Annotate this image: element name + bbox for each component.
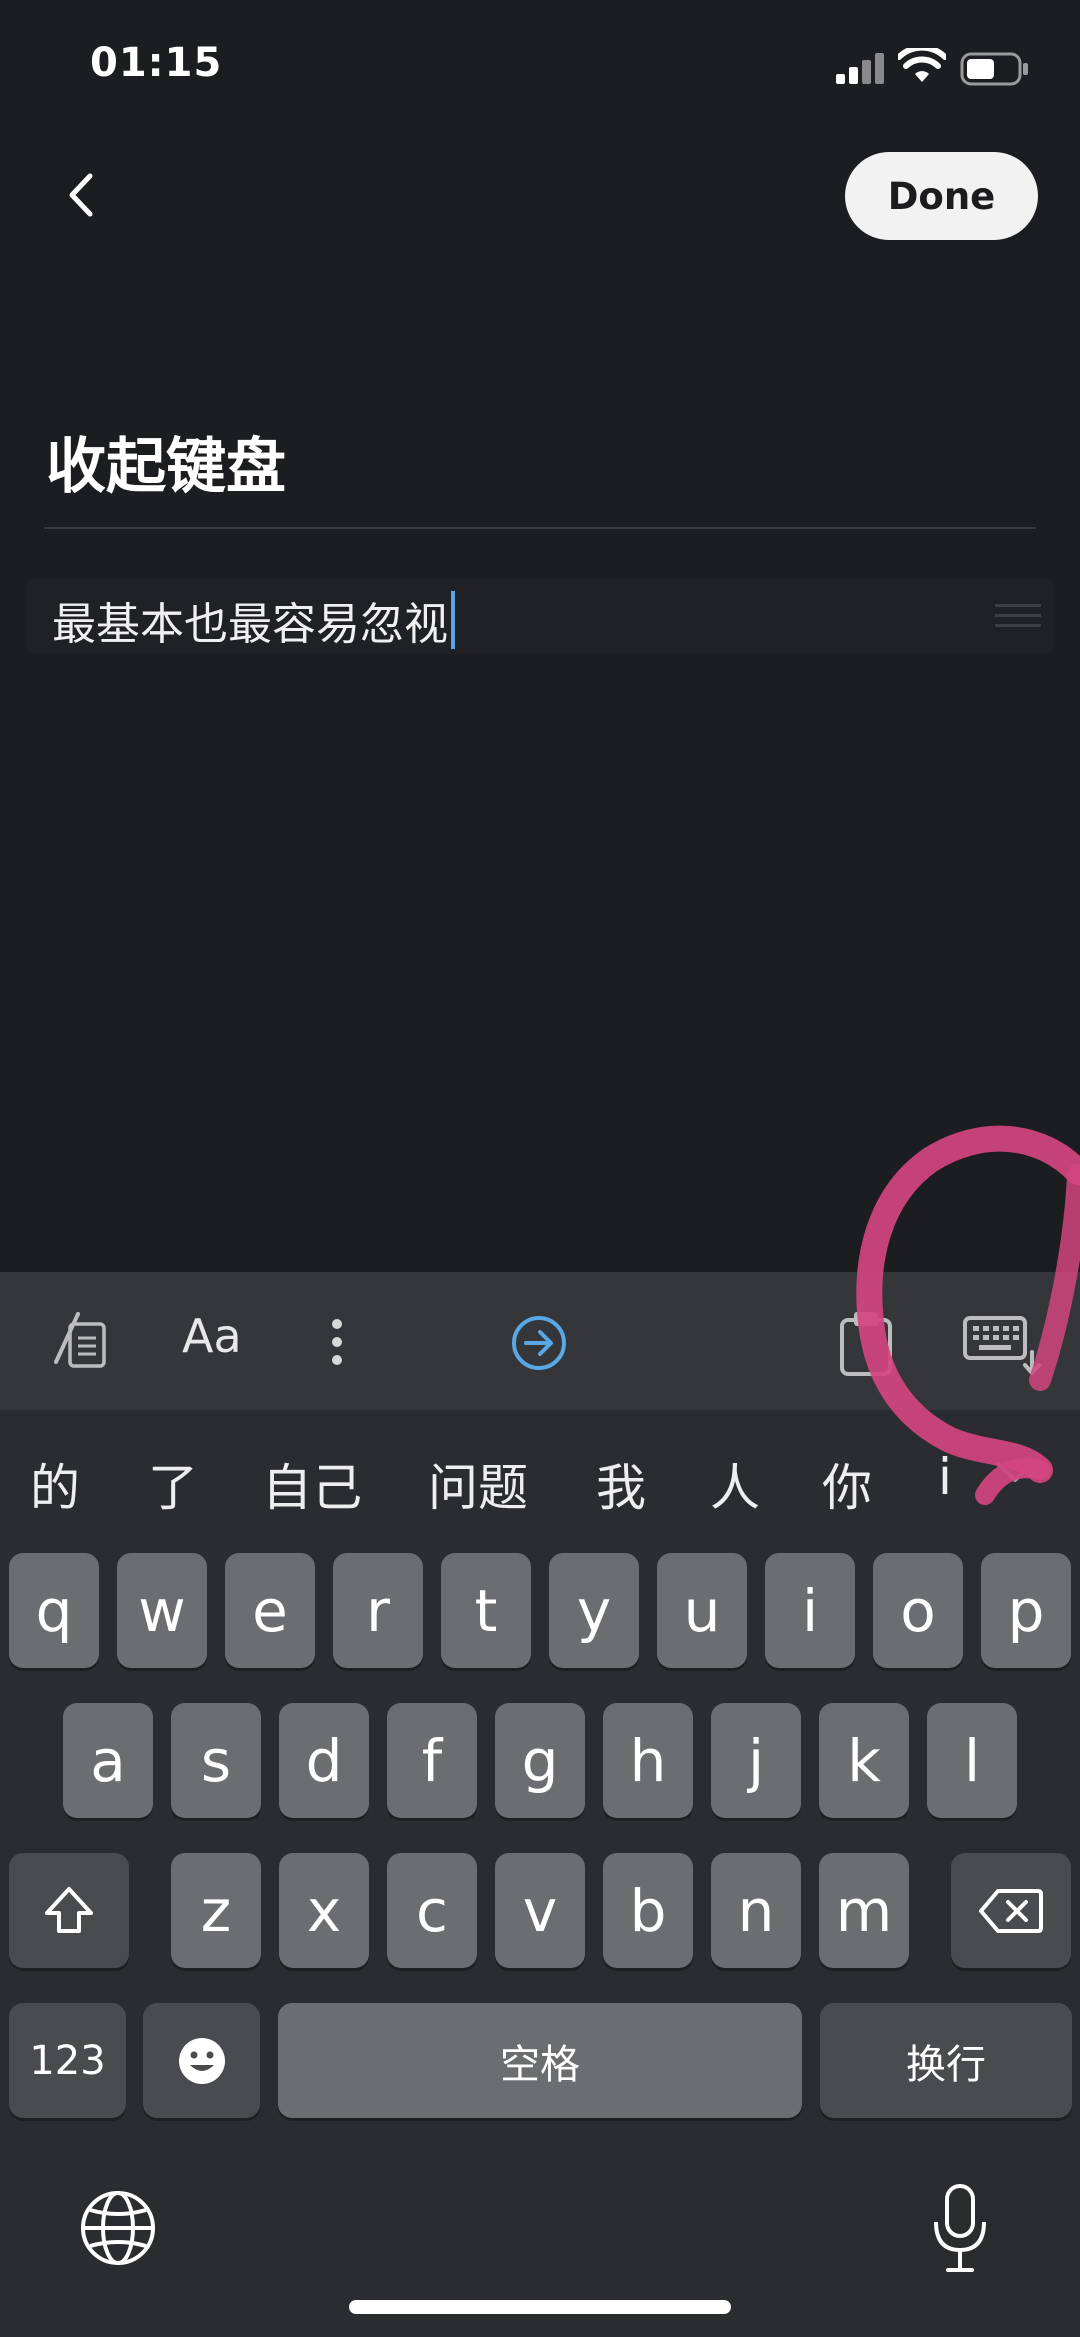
space-key[interactable]: 空格 xyxy=(278,2003,802,2118)
note-title[interactable]: 收起键盘 xyxy=(46,418,286,505)
candidate-item[interactable]: 的 xyxy=(30,1448,80,1520)
globe-icon[interactable] xyxy=(78,2188,158,2268)
clipboard-icon[interactable] xyxy=(836,1306,896,1378)
key-w[interactable]: w xyxy=(117,1553,207,1668)
key-s[interactable]: s xyxy=(171,1703,261,1818)
key-k[interactable]: k xyxy=(819,1703,909,1818)
hide-keyboard-icon[interactable] xyxy=(962,1312,1042,1378)
key-y[interactable]: y xyxy=(549,1553,639,1668)
candidate-item[interactable]: 自己 xyxy=(262,1448,362,1520)
candidate-item[interactable]: 了 xyxy=(148,1448,198,1520)
key-j[interactable]: j xyxy=(711,1703,801,1818)
return-key[interactable]: 换行 xyxy=(820,2003,1072,2118)
battery-icon xyxy=(960,52,1030,90)
key-r[interactable]: r xyxy=(333,1553,423,1668)
candidate-item[interactable]: i xyxy=(938,1448,952,1506)
chevron-left-icon xyxy=(69,173,93,217)
go-arrow-icon[interactable] xyxy=(508,1312,570,1374)
key-t[interactable]: t xyxy=(441,1553,531,1668)
candidate-item[interactable]: 人 xyxy=(710,1448,760,1520)
note-body-text[interactable]: 最基本也最容易忽视 xyxy=(52,588,455,652)
key-l[interactable]: l xyxy=(927,1703,1017,1818)
title-divider xyxy=(44,527,1036,529)
emoji-icon xyxy=(178,2037,225,2084)
cellular-signal-icon xyxy=(836,52,886,90)
key-o[interactable]: o xyxy=(873,1553,963,1668)
drag-handle-icon[interactable] xyxy=(995,602,1041,634)
text-caret xyxy=(451,591,455,649)
body-text-content: 最基本也最容易忽视 xyxy=(52,599,448,650)
key-x[interactable]: x xyxy=(279,1853,369,1968)
shift-key[interactable] xyxy=(9,1853,129,1968)
backspace-key[interactable] xyxy=(951,1853,1071,1968)
key-u[interactable]: u xyxy=(657,1553,747,1668)
key-c[interactable]: c xyxy=(387,1853,477,1968)
key-a[interactable]: a xyxy=(63,1703,153,1818)
key-g[interactable]: g xyxy=(495,1703,585,1818)
done-button[interactable]: Done xyxy=(845,152,1038,240)
key-i[interactable]: i xyxy=(765,1553,855,1668)
key-f[interactable]: f xyxy=(387,1703,477,1818)
status-time: 01:15 xyxy=(90,40,223,86)
key-n[interactable]: n xyxy=(711,1853,801,1968)
handwriting-icon[interactable] xyxy=(52,1308,114,1374)
key-e[interactable]: e xyxy=(225,1553,315,1668)
key-v[interactable]: v xyxy=(495,1853,585,1968)
wifi-icon xyxy=(896,44,948,90)
key-m[interactable]: m xyxy=(819,1853,909,1968)
candidate-item[interactable]: 问题 xyxy=(428,1448,528,1520)
candidate-item[interactable]: 你 xyxy=(822,1448,872,1520)
home-indicator[interactable] xyxy=(349,2300,731,2314)
more-options-icon[interactable] xyxy=(322,1312,352,1372)
backspace-icon xyxy=(979,1888,1043,1933)
key-q[interactable]: q xyxy=(9,1553,99,1668)
font-style-button[interactable]: Aa xyxy=(182,1309,242,1363)
candidate-item[interactable]: 我 xyxy=(596,1448,646,1520)
emoji-key[interactable] xyxy=(143,2003,260,2118)
key-p[interactable]: p xyxy=(981,1553,1071,1668)
expand-candidates-icon[interactable] xyxy=(990,1452,1040,1492)
back-button[interactable] xyxy=(50,160,120,230)
key-h[interactable]: h xyxy=(603,1703,693,1818)
shift-icon xyxy=(45,1886,93,1933)
numbers-key[interactable]: 123 xyxy=(9,2003,126,2118)
key-b[interactable]: b xyxy=(603,1853,693,1968)
key-d[interactable]: d xyxy=(279,1703,369,1818)
microphone-icon[interactable] xyxy=(930,2182,990,2276)
key-z[interactable]: z xyxy=(171,1853,261,1968)
